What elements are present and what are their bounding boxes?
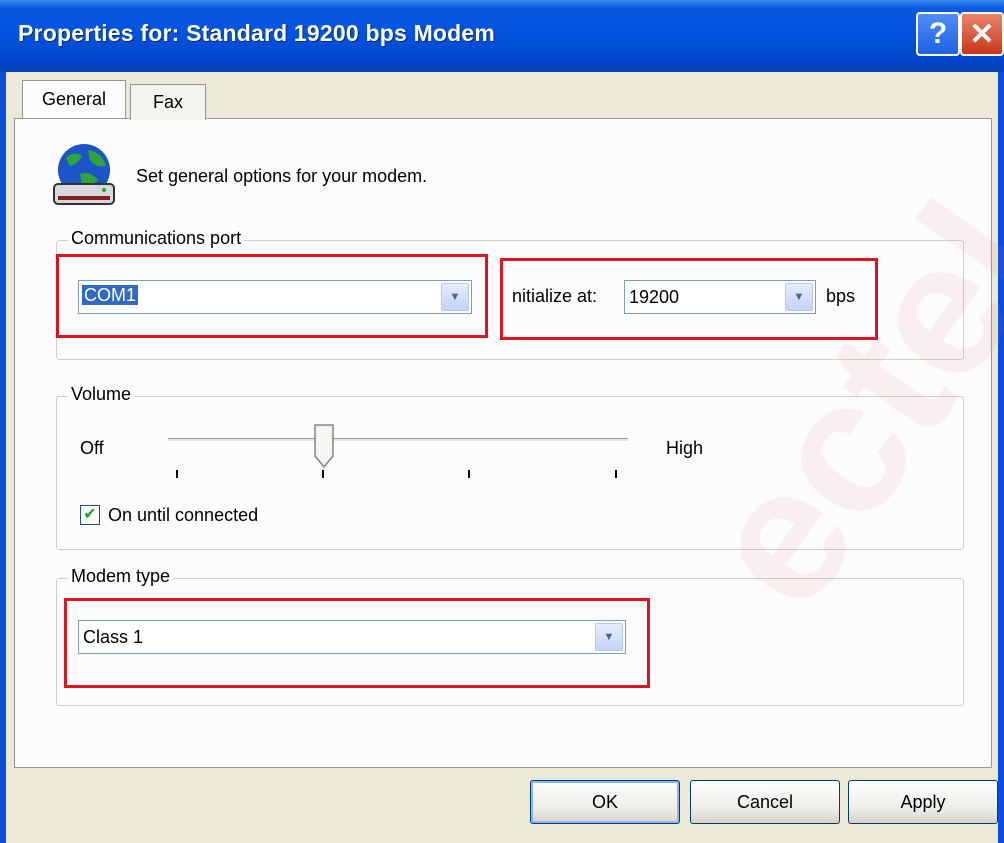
- intro-text: Set general options for your modem.: [136, 166, 428, 186]
- volume-slider-track[interactable]: [168, 438, 628, 442]
- chevron-down-icon[interactable]: ▼: [595, 623, 623, 651]
- ok-button[interactable]: OK: [530, 780, 680, 824]
- tab-fax[interactable]: Fax: [130, 84, 206, 120]
- cancel-button-label: Cancel: [736, 791, 794, 812]
- modem-globe-icon: [50, 140, 120, 212]
- speed-unit: bps: [826, 286, 856, 306]
- volume-slider-thumb[interactable]: [314, 424, 334, 469]
- chevron-down-icon[interactable]: ▼: [441, 283, 469, 311]
- modem-type-group-label: Modem type: [68, 566, 174, 587]
- speed-select[interactable]: 19200 ▼: [624, 280, 816, 314]
- close-button[interactable]: ✕: [960, 12, 1004, 56]
- volume-max-label: High: [666, 438, 704, 458]
- window-border-right: [998, 72, 1004, 843]
- on-until-connected-checkbox[interactable]: ✔: [80, 505, 100, 525]
- modem-type-value: Class 1: [83, 627, 144, 647]
- speed-select-value: 19200: [629, 287, 680, 307]
- help-icon: ?: [928, 17, 948, 50]
- apply-button-label: Apply: [900, 791, 946, 812]
- tab-general-label: General: [41, 89, 107, 109]
- volume-group-label: Volume: [68, 384, 135, 405]
- port-select-value: COM1: [82, 285, 139, 305]
- close-icon: ✕: [969, 17, 995, 51]
- help-button[interactable]: ?: [916, 12, 960, 56]
- port-select[interactable]: COM1 ▼: [78, 280, 472, 314]
- volume-tick: [468, 470, 470, 478]
- initialize-label: nitialize at:: [512, 286, 598, 306]
- volume-tick: [615, 470, 617, 478]
- modem-type-select[interactable]: Class 1 ▼: [78, 620, 626, 654]
- volume-tick: [176, 470, 178, 478]
- tab-fax-label: Fax: [152, 92, 183, 112]
- volume-group: [56, 396, 964, 550]
- comm-port-group-label: Communications port: [68, 228, 245, 249]
- cancel-button[interactable]: Cancel: [690, 780, 840, 824]
- checkmark-icon: ✔: [83, 506, 97, 523]
- window-title: Properties for: Standard 19200 bps Modem: [18, 20, 496, 46]
- window-border-left: [0, 72, 6, 843]
- apply-button[interactable]: Apply: [848, 780, 998, 824]
- volume-min-label: Off: [80, 438, 104, 458]
- tab-general[interactable]: General: [22, 80, 126, 118]
- on-until-connected-label[interactable]: On until connected: [108, 505, 258, 526]
- ok-button-label: OK: [591, 791, 618, 812]
- chevron-down-icon[interactable]: ▼: [785, 283, 813, 311]
- volume-tick: [322, 470, 324, 478]
